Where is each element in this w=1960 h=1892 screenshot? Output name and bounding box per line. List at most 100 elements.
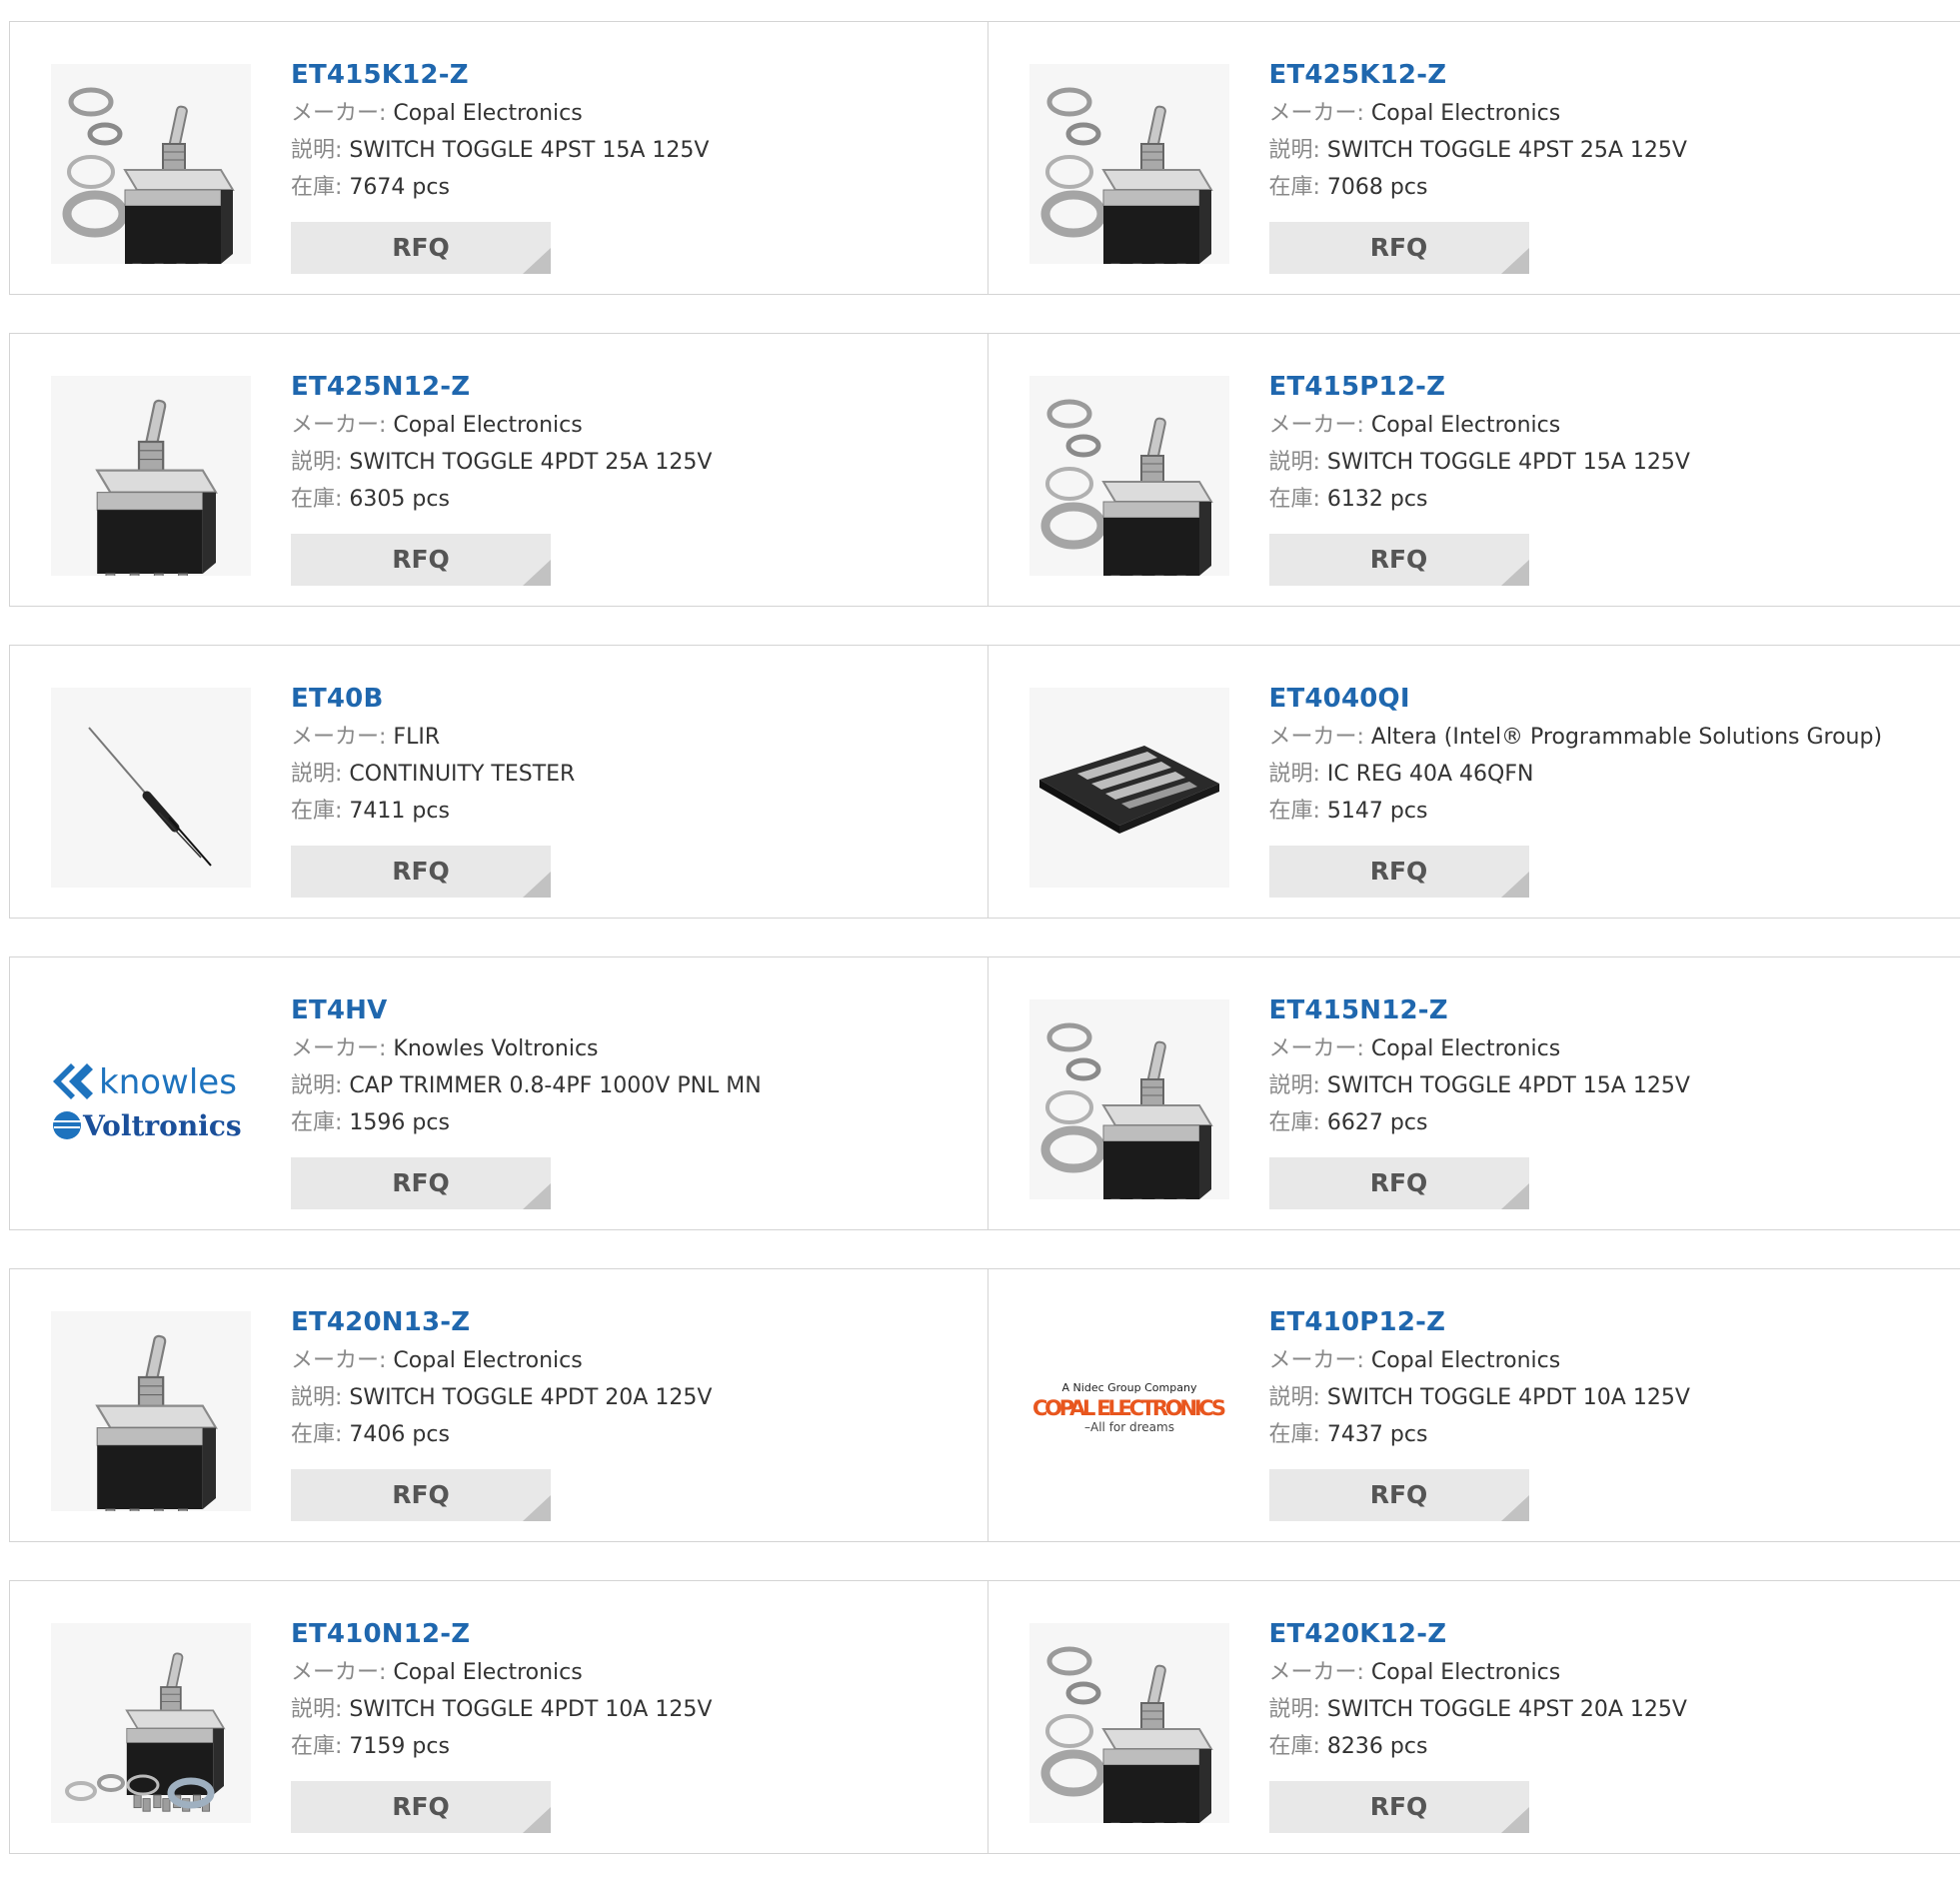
rfq-button[interactable]: RFQ	[291, 222, 551, 274]
stock-line: 在庫: 7068 pcs	[1269, 169, 1687, 206]
product-image[interactable]	[1029, 1623, 1229, 1823]
part-number-link[interactable]: ET40B	[291, 679, 575, 719]
rfq-button[interactable]: RFQ	[1269, 1781, 1529, 1833]
product-image[interactable]: knowles Voltronics	[51, 999, 251, 1199]
product-card: ET40B メーカー: FLIR 説明: CONTINUITY TESTER 在…	[10, 646, 987, 918]
maker-value: Copal Electronics	[393, 1348, 582, 1373]
stock-value: 7406 pcs	[349, 1422, 450, 1447]
toggle-switch-image	[1029, 64, 1229, 264]
part-number-link[interactable]: ET420N13-Z	[291, 1302, 712, 1342]
part-number-link[interactable]: ET415K12-Z	[291, 55, 709, 95]
rfq-button[interactable]: RFQ	[1269, 1469, 1529, 1521]
description-label: 説明:	[291, 762, 342, 787]
part-number-link[interactable]: ET415N12-Z	[1269, 990, 1690, 1030]
product-image[interactable]	[51, 64, 251, 264]
product-info: ET425N12-Z メーカー: Copal Electronics 説明: S…	[291, 367, 712, 518]
description-line: 説明: SWITCH TOGGLE 4PDT 15A 125V	[1269, 444, 1690, 481]
part-number-link[interactable]: ET425N12-Z	[291, 367, 712, 407]
product-card: ET4040QI メーカー: Altera (Intel® Programmab…	[987, 646, 1960, 918]
maker-value: Knowles Voltronics	[393, 1036, 598, 1061]
chip-image	[1029, 688, 1229, 888]
product-card: ET410N12-Z メーカー: Copal Electronics 説明: S…	[10, 1581, 987, 1853]
product-image[interactable]	[1029, 376, 1229, 576]
stock-label: 在庫:	[291, 175, 342, 200]
description-label: 説明:	[1269, 1385, 1320, 1410]
description-label: 説明:	[1269, 762, 1320, 787]
product-info: ET4040QI メーカー: Altera (Intel® Programmab…	[1269, 679, 1883, 830]
description-line: 説明: SWITCH TOGGLE 4PST 15A 125V	[291, 132, 709, 169]
stock-line: 在庫: 8236 pcs	[1269, 1728, 1687, 1765]
product-row: ET420N13-Z メーカー: Copal Electronics 説明: S…	[9, 1268, 1960, 1542]
rfq-button[interactable]: RFQ	[1269, 222, 1529, 274]
part-number-link[interactable]: ET410P12-Z	[1269, 1302, 1690, 1342]
description-value: SWITCH TOGGLE 4PDT 15A 125V	[1327, 1073, 1690, 1098]
toggle-switch-image	[1029, 1623, 1229, 1823]
maker-value: Copal Electronics	[1371, 1660, 1560, 1685]
product-info: ET410N12-Z メーカー: Copal Electronics 説明: S…	[291, 1614, 712, 1765]
rfq-button[interactable]: RFQ	[291, 534, 551, 586]
product-info: ET415P12-Z メーカー: Copal Electronics 説明: S…	[1269, 367, 1690, 518]
maker-line: メーカー: Copal Electronics	[291, 1654, 712, 1691]
maker-line: メーカー: Copal Electronics	[1269, 1654, 1687, 1691]
part-number-link[interactable]: ET425K12-Z	[1269, 55, 1687, 95]
description-value: CONTINUITY TESTER	[349, 762, 575, 787]
toggle-switch-image	[51, 1311, 251, 1511]
description-value: SWITCH TOGGLE 4PST 20A 125V	[1327, 1697, 1687, 1722]
maker-line: メーカー: Copal Electronics	[1269, 1030, 1690, 1067]
toggle-switch-image	[51, 64, 251, 264]
description-label: 説明:	[291, 1073, 342, 1098]
description-label: 説明:	[1269, 450, 1320, 475]
stock-line: 在庫: 7674 pcs	[291, 169, 709, 206]
maker-label: メーカー:	[1269, 1660, 1364, 1685]
rfq-button[interactable]: RFQ	[1269, 846, 1529, 898]
product-card: ET415N12-Z メーカー: Copal Electronics 説明: S…	[987, 957, 1960, 1229]
stock-line: 在庫: 6305 pcs	[291, 481, 712, 518]
product-image[interactable]	[1029, 64, 1229, 264]
product-image[interactable]	[1029, 999, 1229, 1199]
product-image[interactable]	[1029, 688, 1229, 888]
product-image[interactable]	[51, 688, 251, 888]
product-image[interactable]	[51, 376, 251, 576]
product-image[interactable]	[51, 1311, 251, 1511]
stock-label: 在庫:	[291, 799, 342, 824]
toggle-switch-image	[51, 1623, 251, 1823]
rfq-button[interactable]: RFQ	[291, 1781, 551, 1833]
part-number-link[interactable]: ET4040QI	[1269, 679, 1883, 719]
product-image[interactable]	[51, 1623, 251, 1823]
rfq-button[interactable]: RFQ	[291, 1157, 551, 1209]
rfq-button[interactable]: RFQ	[291, 1469, 551, 1521]
product-row: ET40B メーカー: FLIR 説明: CONTINUITY TESTER 在…	[9, 645, 1960, 919]
maker-label: メーカー:	[1269, 725, 1364, 750]
product-row: knowles Voltronics ET4HV メーカー: Knowles V…	[9, 956, 1960, 1230]
product-image[interactable]: A Nidec Group Company COPAL ELECTRONICS …	[1029, 1311, 1229, 1511]
part-number-link[interactable]: ET410N12-Z	[291, 1614, 712, 1654]
stock-line: 在庫: 6627 pcs	[1269, 1104, 1690, 1141]
maker-label: メーカー:	[291, 101, 386, 126]
description-label: 説明:	[291, 1385, 342, 1410]
description-value: SWITCH TOGGLE 4PDT 25A 125V	[349, 450, 712, 475]
maker-line: メーカー: Copal Electronics	[1269, 1342, 1690, 1379]
stock-value: 7674 pcs	[349, 175, 450, 200]
description-label: 説明:	[291, 138, 342, 163]
description-value: SWITCH TOGGLE 4PDT 15A 125V	[1327, 450, 1690, 475]
stock-label: 在庫:	[1269, 1734, 1320, 1759]
stock-value: 1596 pcs	[349, 1110, 450, 1135]
product-card: ET425K12-Z メーカー: Copal Electronics 説明: S…	[987, 22, 1960, 294]
maker-value: Altera (Intel® Programmable Solutions Gr…	[1371, 725, 1882, 750]
part-number-link[interactable]: ET4HV	[291, 990, 762, 1030]
part-number-link[interactable]: ET420K12-Z	[1269, 1614, 1687, 1654]
rfq-button[interactable]: RFQ	[1269, 1157, 1529, 1209]
maker-line: メーカー: FLIR	[291, 719, 575, 756]
description-line: 説明: CAP TRIMMER 0.8-4PF 1000V PNL MN	[291, 1067, 762, 1104]
product-info: ET420N13-Z メーカー: Copal Electronics 説明: S…	[291, 1302, 712, 1453]
knowles-voltronics-logo: knowles Voltronics	[51, 1039, 251, 1159]
product-card: ET425N12-Z メーカー: Copal Electronics 説明: S…	[10, 334, 987, 606]
part-number-link[interactable]: ET415P12-Z	[1269, 367, 1690, 407]
rfq-button[interactable]: RFQ	[291, 846, 551, 898]
maker-label: メーカー:	[291, 413, 386, 438]
stock-value: 7437 pcs	[1327, 1422, 1428, 1447]
maker-value: Copal Electronics	[1371, 1348, 1560, 1373]
maker-label: メーカー:	[1269, 1036, 1364, 1061]
stock-value: 6132 pcs	[1327, 487, 1428, 512]
rfq-button[interactable]: RFQ	[1269, 534, 1529, 586]
